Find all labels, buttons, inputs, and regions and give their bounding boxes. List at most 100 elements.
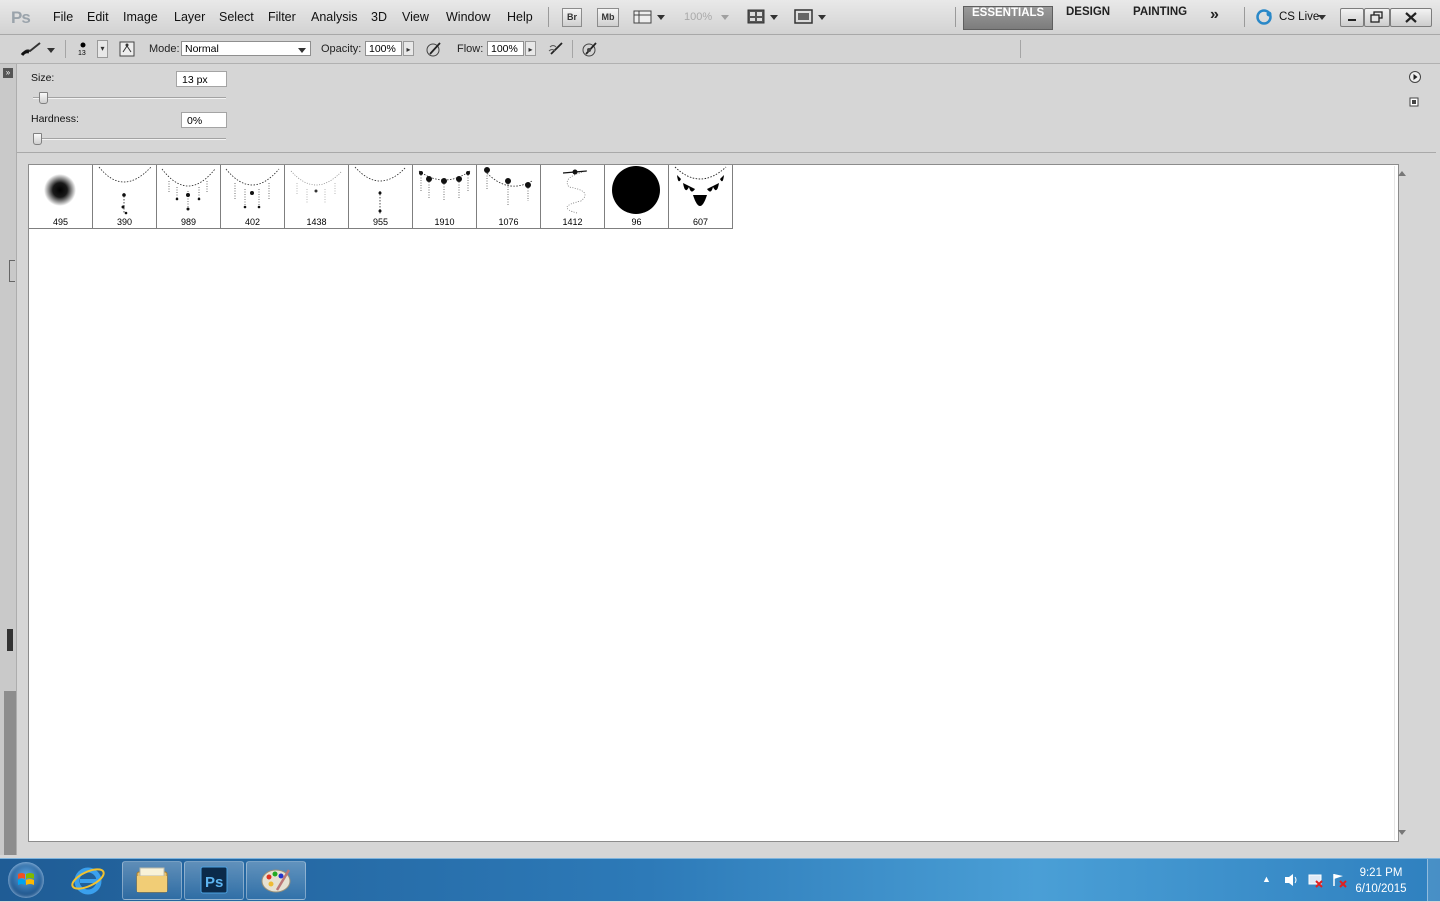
cs-live-icon[interactable]: [1256, 9, 1274, 30]
hardness-slider-track[interactable]: [33, 138, 226, 140]
size-input[interactable]: 13 px: [176, 71, 227, 87]
brush-preset[interactable]: 402: [221, 165, 285, 229]
brush-preset[interactable]: 989: [157, 165, 221, 229]
menu-window[interactable]: Window: [446, 10, 490, 24]
brush-panel-toggle-icon[interactable]: [119, 41, 135, 60]
scroll-down-icon[interactable]: [1398, 830, 1406, 835]
windows-taskbar: Ps ▲ 9:21 PM 6/10/2015: [0, 858, 1440, 901]
options-separator: [1020, 40, 1021, 58]
close-button[interactable]: [1390, 8, 1432, 27]
menu-bar: Ps File Edit Image Layer Select Filter A…: [0, 0, 1440, 35]
mode-value: Normal: [185, 43, 219, 55]
arrange-dropdown-icon[interactable]: [770, 15, 778, 20]
zoom-level[interactable]: 100%: [684, 11, 712, 23]
flow-slider-button[interactable]: ▸: [525, 41, 536, 56]
airbrush-icon[interactable]: [548, 41, 566, 60]
brush-preset[interactable]: 96: [605, 165, 669, 229]
mini-bridge-button[interactable]: Mb: [597, 8, 619, 27]
mode-label: Mode:: [149, 43, 180, 55]
tablet-opacity-pressure-icon[interactable]: [425, 41, 443, 60]
necklace-brush-icon: [562, 169, 588, 214]
internet-explorer-icon[interactable]: [70, 863, 106, 900]
brush-picker-dropdown[interactable]: ▾: [97, 40, 108, 58]
menu-layer[interactable]: Layer: [174, 10, 205, 24]
cs-live-menu[interactable]: CS Live: [1279, 11, 1319, 23]
options-separator: [572, 40, 573, 58]
opacity-slider-button[interactable]: ▸: [403, 41, 414, 56]
photoshop-logo: Ps: [11, 8, 31, 27]
tablet-size-pressure-icon[interactable]: [581, 41, 599, 60]
bridge-button[interactable]: Br: [562, 8, 582, 27]
panel-scrollbar[interactable]: [4, 691, 16, 855]
new-preset-icon[interactable]: [1408, 96, 1420, 111]
show-hidden-icons[interactable]: ▲: [1262, 874, 1271, 884]
brush-preset[interactable]: 1438: [285, 165, 349, 229]
brush-preset[interactable]: 495: [29, 165, 93, 229]
panel-edge-handle[interactable]: [9, 260, 15, 282]
network-icon[interactable]: [1307, 872, 1323, 891]
show-desktop-button[interactable]: [1427, 859, 1440, 901]
extras-dropdown-icon[interactable]: [657, 15, 665, 20]
preset-size: 1910: [434, 217, 455, 227]
workspace-painting[interactable]: PAINTING: [1125, 6, 1195, 28]
preset-list-scrollbar[interactable]: [1394, 166, 1410, 840]
menu-filter[interactable]: Filter: [268, 10, 296, 24]
taskbar-photoshop[interactable]: Ps: [184, 861, 244, 900]
screen-mode-dropdown-icon[interactable]: [818, 15, 826, 20]
mode-select[interactable]: Normal: [181, 41, 311, 56]
expand-panels-icon[interactable]: »: [3, 68, 13, 78]
more-workspaces-icon[interactable]: »: [1202, 6, 1227, 28]
size-slider-thumb[interactable]: [38, 92, 48, 104]
workspace-design[interactable]: DESIGN: [1058, 6, 1118, 28]
brush-preset-picker[interactable]: 13: [76, 40, 90, 61]
menu-help[interactable]: Help: [507, 10, 533, 24]
menu-view[interactable]: View: [402, 10, 429, 24]
panel-edge-handle-dark[interactable]: [7, 629, 13, 651]
hardness-slider-thumb[interactable]: [33, 133, 42, 145]
brush-preset-panel: Size: 13 px Hardness: 0% 495 390 989 402…: [17, 64, 1436, 855]
hardness-input[interactable]: 0%: [181, 112, 227, 128]
taskbar-paint[interactable]: [246, 861, 306, 900]
brush-preset[interactable]: 1076: [477, 165, 541, 229]
folder-icon: [136, 867, 168, 893]
brush-preset[interactable]: 1412: [541, 165, 605, 229]
volume-icon[interactable]: [1283, 872, 1299, 891]
menu-edit[interactable]: Edit: [87, 10, 109, 24]
restore-button[interactable]: [1364, 8, 1390, 27]
brush-tool-icon[interactable]: [20, 41, 44, 60]
preset-size: 989: [180, 217, 197, 227]
menu-file[interactable]: File: [53, 10, 73, 24]
brush-preset[interactable]: 390: [93, 165, 157, 229]
opacity-input[interactable]: 100%: [365, 41, 402, 56]
photoshop-app-icon: Ps: [200, 866, 228, 894]
flow-label: Flow:: [457, 43, 484, 55]
extras-icon[interactable]: [633, 9, 653, 28]
zoom-dropdown-icon[interactable]: [721, 15, 729, 20]
size-slider-track[interactable]: [33, 97, 226, 99]
menu-analysis[interactable]: Analysis: [311, 10, 358, 24]
menu-image[interactable]: Image: [123, 10, 158, 24]
tool-preset-dropdown-icon[interactable]: [47, 48, 55, 53]
brush-preset[interactable]: 607: [669, 165, 733, 229]
taskbar-explorer[interactable]: [122, 861, 182, 900]
flow-input[interactable]: 100%: [487, 41, 524, 56]
options-separator: [65, 40, 66, 58]
workspace-essentials[interactable]: ESSENTIALS: [963, 6, 1054, 30]
system-clock[interactable]: 9:21 PM 6/10/2015: [1346, 865, 1416, 897]
screen-mode-icon[interactable]: [794, 9, 814, 28]
menu-separator: [1244, 7, 1245, 27]
arrange-documents-icon[interactable]: [747, 9, 767, 28]
menu-select[interactable]: Select: [219, 10, 254, 24]
minimize-button[interactable]: [1340, 8, 1364, 27]
preset-size: 402: [244, 217, 261, 227]
panel-menu-icon[interactable]: [1408, 70, 1422, 87]
start-button[interactable]: [8, 862, 44, 898]
cs-live-dropdown-icon[interactable]: [1318, 15, 1326, 20]
action-center-icon[interactable]: [1331, 872, 1347, 891]
brush-preset[interactable]: 955: [349, 165, 413, 229]
scroll-up-icon[interactable]: [1398, 171, 1406, 176]
preset-size: 607: [692, 217, 709, 227]
menu-3d[interactable]: 3D: [371, 10, 387, 24]
tools-panel-collapsed: »: [0, 64, 17, 855]
brush-preset[interactable]: 1910: [413, 165, 477, 229]
